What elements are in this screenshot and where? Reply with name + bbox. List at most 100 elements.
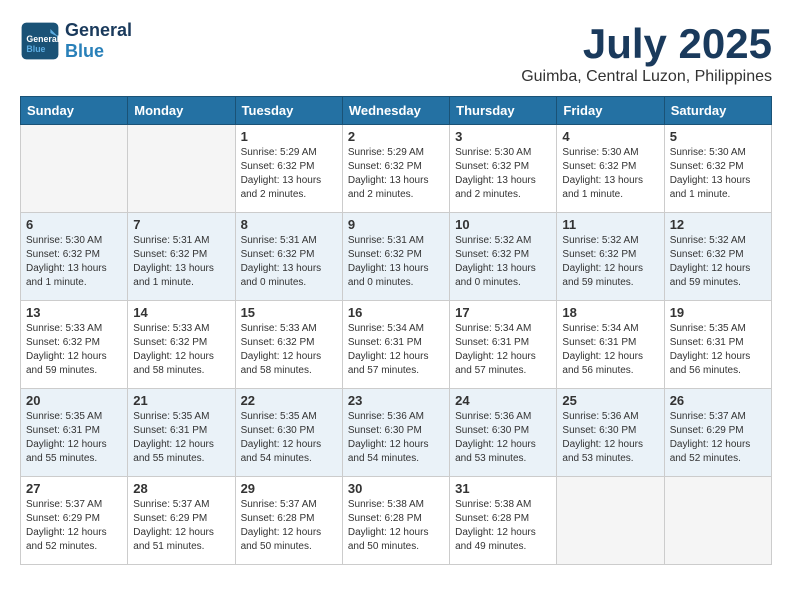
day-info: Sunrise: 5:34 AM Sunset: 6:31 PM Dayligh… <box>562 322 658 378</box>
day-number: 6 <box>26 217 122 232</box>
calendar-day-cell: 25 Sunrise: 5:36 AM Sunset: 6:30 PM Dayli… <box>557 389 664 477</box>
day-info: Sunrise: 5:35 AM Sunset: 6:30 PM Dayligh… <box>241 410 337 466</box>
calendar-day-cell: 31 Sunrise: 5:38 AM Sunset: 6:28 PM Dayli… <box>450 477 557 565</box>
calendar-day-cell: 9 Sunrise: 5:31 AM Sunset: 6:32 PM Daylig… <box>342 213 449 301</box>
day-number: 20 <box>26 393 122 408</box>
day-number: 7 <box>133 217 229 232</box>
calendar-day-cell: 11 Sunrise: 5:32 AM Sunset: 6:32 PM Dayli… <box>557 213 664 301</box>
svg-text:General: General <box>26 34 59 44</box>
day-info: Sunrise: 5:29 AM Sunset: 6:32 PM Dayligh… <box>348 146 444 202</box>
calendar-day-cell: 14 Sunrise: 5:33 AM Sunset: 6:32 PM Dayli… <box>128 301 235 389</box>
day-info: Sunrise: 5:30 AM Sunset: 6:32 PM Dayligh… <box>562 146 658 202</box>
weekday-header: Wednesday <box>342 97 449 125</box>
location: Guimba, Central Luzon, Philippines <box>521 68 772 86</box>
day-info: Sunrise: 5:37 AM Sunset: 6:29 PM Dayligh… <box>133 498 229 554</box>
day-info: Sunrise: 5:32 AM Sunset: 6:32 PM Dayligh… <box>562 234 658 290</box>
day-number: 24 <box>455 393 551 408</box>
weekday-header: Friday <box>557 97 664 125</box>
calendar-week-row: 1Sunrise: 5:29 AM Sunset: 6:32 PM Daylig… <box>21 125 772 213</box>
day-info: Sunrise: 5:38 AM Sunset: 6:28 PM Dayligh… <box>348 498 444 554</box>
day-number: 29 <box>241 481 337 496</box>
day-number: 2 <box>348 129 444 144</box>
calendar-day-cell: 19Sunrise: 5:35 AM Sunset: 6:31 PM Dayli… <box>664 301 771 389</box>
calendar-day-cell <box>128 125 235 213</box>
day-info: Sunrise: 5:31 AM Sunset: 6:32 PM Dayligh… <box>133 234 229 290</box>
calendar-day-cell: 6 Sunrise: 5:30 AM Sunset: 6:32 PM Daylig… <box>21 213 128 301</box>
day-info: Sunrise: 5:35 AM Sunset: 6:31 PM Dayligh… <box>670 322 766 378</box>
day-info: Sunrise: 5:29 AM Sunset: 6:32 PM Dayligh… <box>241 146 337 202</box>
day-info: Sunrise: 5:35 AM Sunset: 6:31 PM Dayligh… <box>133 410 229 466</box>
day-number: 16 <box>348 305 444 320</box>
calendar-day-cell: 4 Sunrise: 5:30 AM Sunset: 6:32 PM Daylig… <box>557 125 664 213</box>
day-number: 31 <box>455 481 551 496</box>
calendar-day-cell: 27 Sunrise: 5:37 AM Sunset: 6:29 PM Dayli… <box>21 477 128 565</box>
calendar-day-cell: 5Sunrise: 5:30 AM Sunset: 6:32 PM Daylig… <box>664 125 771 213</box>
day-info: Sunrise: 5:32 AM Sunset: 6:32 PM Dayligh… <box>670 234 766 290</box>
logo-line1: General <box>65 20 132 41</box>
day-number: 3 <box>455 129 551 144</box>
calendar-week-row: 27 Sunrise: 5:37 AM Sunset: 6:29 PM Dayli… <box>21 477 772 565</box>
title-section: July 2025 Guimba, Central Luzon, Philipp… <box>521 20 772 86</box>
calendar-day-cell: 8 Sunrise: 5:31 AM Sunset: 6:32 PM Daylig… <box>235 213 342 301</box>
day-number: 11 <box>562 217 658 232</box>
calendar-day-cell: 13Sunrise: 5:33 AM Sunset: 6:32 PM Dayli… <box>21 301 128 389</box>
calendar-day-cell: 20 Sunrise: 5:35 AM Sunset: 6:31 PM Dayli… <box>21 389 128 477</box>
calendar-week-row: 20 Sunrise: 5:35 AM Sunset: 6:31 PM Dayli… <box>21 389 772 477</box>
day-info: Sunrise: 5:32 AM Sunset: 6:32 PM Dayligh… <box>455 234 551 290</box>
day-info: Sunrise: 5:33 AM Sunset: 6:32 PM Dayligh… <box>133 322 229 378</box>
logo-line2: Blue <box>65 41 132 62</box>
calendar-day-cell: 24 Sunrise: 5:36 AM Sunset: 6:30 PM Dayli… <box>450 389 557 477</box>
day-number: 27 <box>26 481 122 496</box>
calendar-day-cell: 22Sunrise: 5:35 AM Sunset: 6:30 PM Dayli… <box>235 389 342 477</box>
day-info: Sunrise: 5:36 AM Sunset: 6:30 PM Dayligh… <box>455 410 551 466</box>
day-info: Sunrise: 5:30 AM Sunset: 6:32 PM Dayligh… <box>26 234 122 290</box>
calendar-table: SundayMondayTuesdayWednesdayThursdayFrid… <box>20 96 772 565</box>
calendar-day-cell: 2 Sunrise: 5:29 AM Sunset: 6:32 PM Daylig… <box>342 125 449 213</box>
day-number: 25 <box>562 393 658 408</box>
calendar-day-cell <box>557 477 664 565</box>
svg-text:Blue: Blue <box>26 44 45 54</box>
day-number: 23 <box>348 393 444 408</box>
day-info: Sunrise: 5:36 AM Sunset: 6:30 PM Dayligh… <box>348 410 444 466</box>
day-number: 21 <box>133 393 229 408</box>
logo: General Blue General Blue <box>20 20 132 62</box>
calendar-week-row: 6 Sunrise: 5:30 AM Sunset: 6:32 PM Daylig… <box>21 213 772 301</box>
day-info: Sunrise: 5:31 AM Sunset: 6:32 PM Dayligh… <box>348 234 444 290</box>
calendar-day-cell <box>664 477 771 565</box>
day-number: 26 <box>670 393 766 408</box>
day-info: Sunrise: 5:35 AM Sunset: 6:31 PM Dayligh… <box>26 410 122 466</box>
day-info: Sunrise: 5:31 AM Sunset: 6:32 PM Dayligh… <box>241 234 337 290</box>
day-number: 28 <box>133 481 229 496</box>
day-number: 9 <box>348 217 444 232</box>
day-number: 18 <box>562 305 658 320</box>
day-number: 5 <box>670 129 766 144</box>
day-info: Sunrise: 5:37 AM Sunset: 6:29 PM Dayligh… <box>26 498 122 554</box>
day-info: Sunrise: 5:30 AM Sunset: 6:32 PM Dayligh… <box>455 146 551 202</box>
calendar-day-cell: 3 Sunrise: 5:30 AM Sunset: 6:32 PM Daylig… <box>450 125 557 213</box>
weekday-header: Saturday <box>664 97 771 125</box>
calendar-day-cell: 7 Sunrise: 5:31 AM Sunset: 6:32 PM Daylig… <box>128 213 235 301</box>
calendar-day-cell: 30 Sunrise: 5:38 AM Sunset: 6:28 PM Dayli… <box>342 477 449 565</box>
calendar-week-row: 13Sunrise: 5:33 AM Sunset: 6:32 PM Dayli… <box>21 301 772 389</box>
calendar-day-cell: 17Sunrise: 5:34 AM Sunset: 6:31 PM Dayli… <box>450 301 557 389</box>
day-number: 15 <box>241 305 337 320</box>
calendar-day-cell: 29Sunrise: 5:37 AM Sunset: 6:28 PM Dayli… <box>235 477 342 565</box>
day-number: 4 <box>562 129 658 144</box>
calendar-day-cell: 18 Sunrise: 5:34 AM Sunset: 6:31 PM Dayli… <box>557 301 664 389</box>
day-number: 14 <box>133 305 229 320</box>
calendar-day-cell: 16 Sunrise: 5:34 AM Sunset: 6:31 PM Dayli… <box>342 301 449 389</box>
day-number: 12 <box>670 217 766 232</box>
day-number: 17 <box>455 305 551 320</box>
day-info: Sunrise: 5:38 AM Sunset: 6:28 PM Dayligh… <box>455 498 551 554</box>
calendar-day-cell: 28 Sunrise: 5:37 AM Sunset: 6:29 PM Dayli… <box>128 477 235 565</box>
page-header: General Blue General Blue July 2025 Guim… <box>20 20 772 86</box>
day-info: Sunrise: 5:36 AM Sunset: 6:30 PM Dayligh… <box>562 410 658 466</box>
day-number: 8 <box>241 217 337 232</box>
calendar-day-cell: 1Sunrise: 5:29 AM Sunset: 6:32 PM Daylig… <box>235 125 342 213</box>
day-number: 30 <box>348 481 444 496</box>
calendar-day-cell: 23 Sunrise: 5:36 AM Sunset: 6:30 PM Dayli… <box>342 389 449 477</box>
calendar-day-cell: 10Sunrise: 5:32 AM Sunset: 6:32 PM Dayli… <box>450 213 557 301</box>
weekday-header-row: SundayMondayTuesdayWednesdayThursdayFrid… <box>21 97 772 125</box>
day-info: Sunrise: 5:34 AM Sunset: 6:31 PM Dayligh… <box>348 322 444 378</box>
weekday-header: Tuesday <box>235 97 342 125</box>
